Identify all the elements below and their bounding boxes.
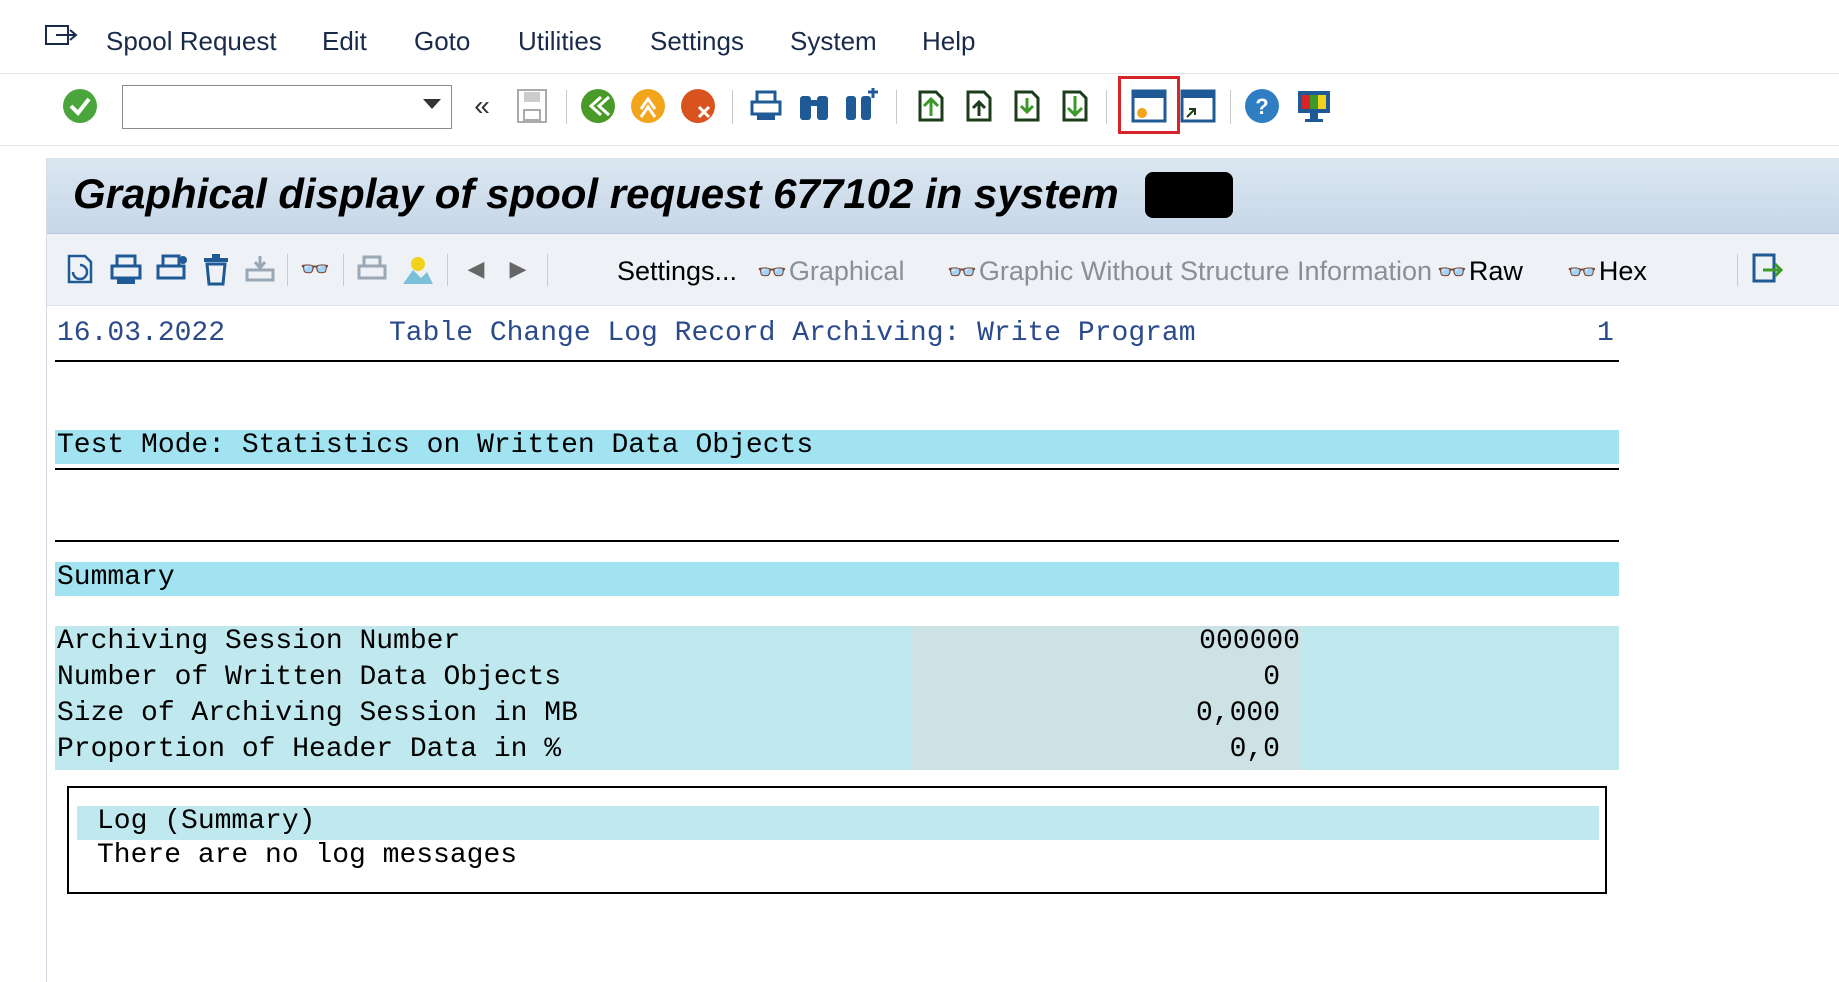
create-session-icon[interactable] — [1129, 86, 1169, 126]
log-message: There are no log messages — [97, 840, 518, 871]
refresh-icon[interactable] — [61, 250, 99, 288]
stat-label: Proportion of Header Data in % — [57, 734, 562, 765]
glasses-icon: 👓 — [947, 259, 977, 286]
customize-layout-icon[interactable] — [1294, 86, 1334, 126]
toolbar-separator — [896, 90, 897, 124]
cancel-icon[interactable] — [678, 86, 718, 126]
title-bar: Graphical display of spool request 67710… — [47, 158, 1839, 234]
sap-gui-window: Spool Request Edit Goto Utilities Settin… — [0, 0, 1839, 982]
next-page-icon[interactable] — [1006, 86, 1046, 126]
application-toolbar: 👓 ◀ ▶ Settings... 👓Graphical 👓Graphic Wi… — [47, 234, 1839, 306]
menu-utilities[interactable]: Utilities — [518, 26, 602, 57]
find-next-icon[interactable] — [842, 86, 882, 126]
find-icon[interactable] — [794, 86, 834, 126]
divider — [55, 540, 1619, 542]
toolbar-separator — [547, 254, 548, 286]
command-field[interactable] — [122, 85, 452, 129]
last-page-icon[interactable] — [1054, 86, 1094, 126]
report-output: 16.03.2022 Table Change Log Record Archi… — [47, 306, 1839, 982]
stat-value: 0,0 — [1229, 734, 1280, 765]
stat-label: Size of Archiving Session in MB — [57, 698, 578, 729]
report-page-number: 1 — [1597, 318, 1614, 349]
glasses-icon: 👓 — [1437, 259, 1467, 286]
divider — [55, 360, 1619, 362]
report-date: 16.03.2022 — [57, 318, 226, 349]
delete-icon[interactable] — [197, 250, 235, 288]
menu-toggle-icon[interactable] — [44, 24, 78, 48]
print-icon[interactable] — [107, 250, 145, 288]
first-page-icon[interactable] — [910, 86, 950, 126]
exit-icon[interactable] — [628, 86, 668, 126]
menu-help[interactable]: Help — [922, 26, 975, 57]
report-program-title: Table Change Log Record Archiving: Write… — [389, 318, 1196, 349]
divider — [55, 468, 1619, 470]
toolbar-separator — [447, 254, 448, 286]
toolbar-separator — [287, 254, 288, 286]
back-icon[interactable] — [578, 86, 618, 126]
menu-bar: Spool Request Edit Goto Utilities Settin… — [0, 0, 1839, 74]
print-directly-icon[interactable] — [353, 250, 391, 288]
print-settings-icon[interactable] — [153, 250, 191, 288]
chevron-down-icon[interactable] — [423, 99, 441, 109]
enter-icon[interactable] — [60, 86, 100, 126]
log-heading: Log (Summary) — [97, 806, 316, 837]
toolbar-separator — [343, 254, 344, 286]
log-summary-box: Log (Summary) There are no log messages — [67, 786, 1607, 894]
toolbar-separator — [732, 90, 733, 124]
previous-arrow-icon[interactable]: ◀ — [457, 250, 495, 288]
graphic-without-structure-label: Graphic Without Structure Information — [978, 256, 1433, 286]
redacted-system-name — [1145, 172, 1233, 218]
stat-value: 0,000 — [1195, 698, 1280, 729]
back-double-icon[interactable]: « — [462, 86, 502, 126]
print-icon[interactable] — [746, 86, 786, 126]
toolbar-separator — [1230, 90, 1231, 124]
toolbar-separator — [1106, 90, 1107, 124]
stat-label: Number of Written Data Objects — [57, 662, 562, 693]
menu-edit[interactable]: Edit — [322, 26, 367, 57]
hex-button-label: Hex — [1598, 256, 1647, 286]
raw-button-label: Raw — [1468, 256, 1523, 286]
output-icon[interactable] — [241, 250, 279, 288]
stat-value: 0 — [1263, 662, 1280, 693]
test-mode-heading: Test Mode: Statistics on Written Data Ob… — [57, 430, 814, 461]
glasses-icon: 👓 — [757, 259, 787, 286]
page-title: Graphical display of spool request 67710… — [73, 170, 1119, 217]
raw-button[interactable]: 👓Raw — [1437, 256, 1523, 287]
stat-value-cell — [911, 662, 1301, 698]
previous-page-icon[interactable] — [958, 86, 998, 126]
main-area: Graphical display of spool request 67710… — [46, 158, 1839, 982]
menu-goto[interactable]: Goto — [414, 26, 470, 57]
svg-text:?: ? — [1255, 94, 1268, 119]
next-arrow-icon[interactable]: ▶ — [499, 250, 537, 288]
menu-settings[interactable]: Settings — [650, 26, 744, 57]
summary-band — [55, 562, 1619, 596]
help-icon[interactable]: ? — [1242, 86, 1282, 126]
settings-button[interactable]: Settings... — [617, 256, 737, 287]
display-glasses-icon[interactable]: 👓 — [297, 250, 335, 288]
menu-system[interactable]: System — [790, 26, 877, 57]
export-icon[interactable] — [1749, 250, 1787, 288]
graphical-button-label: Graphical — [788, 256, 905, 286]
graphical-button[interactable]: 👓Graphical — [757, 256, 904, 287]
save-icon[interactable] — [512, 86, 552, 126]
shortcut-icon[interactable] — [1178, 86, 1218, 126]
toolbar-separator — [1737, 254, 1738, 286]
image-icon[interactable] — [399, 250, 437, 288]
stat-label: Archiving Session Number — [57, 626, 461, 657]
toolbar-separator — [566, 90, 567, 124]
graphic-without-structure-button[interactable]: 👓Graphic Without Structure Information — [947, 256, 1432, 287]
summary-heading: Summary — [57, 562, 175, 593]
stat-value: 000000 — [1199, 626, 1300, 657]
glasses-icon: 👓 — [1567, 259, 1597, 286]
menu-spool-request[interactable]: Spool Request — [106, 26, 277, 57]
hex-button[interactable]: 👓Hex — [1567, 256, 1647, 287]
